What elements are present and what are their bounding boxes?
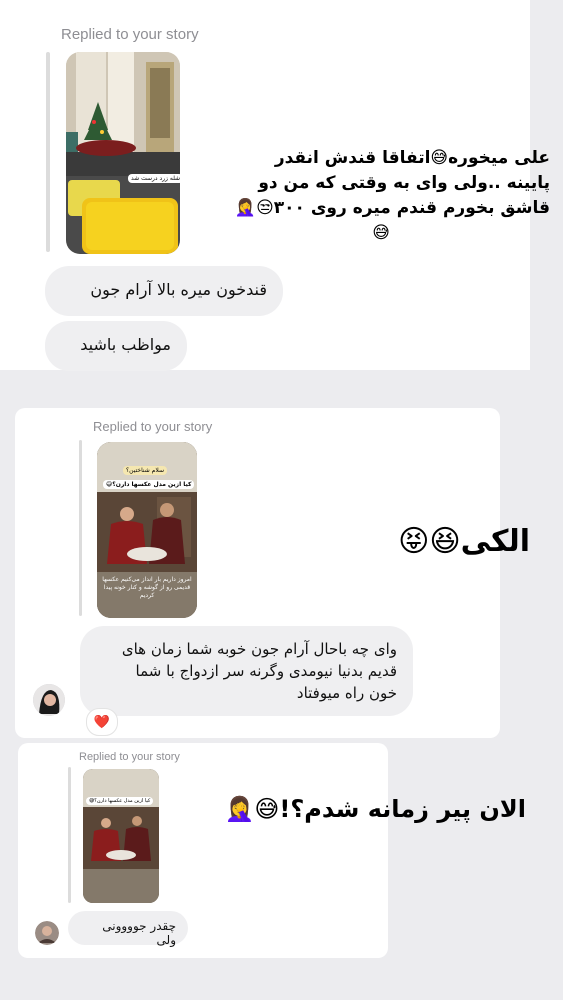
message-text: مواظب باشید — [80, 335, 171, 354]
person-icon — [33, 684, 65, 716]
story-sticker: شله زرد درست شد — [128, 174, 180, 183]
message-bubble[interactable]: قندخون میره بالا آرام جون — [45, 266, 283, 316]
heart-icon: ❤️ — [93, 714, 111, 730]
story-photo-image — [83, 769, 159, 903]
overlay-line: قاشق بخورم قندم میره روی ۳۰۰😒🤦‍♀️ — [234, 198, 550, 218]
message-bubble[interactable]: چقدر جوووونی ولی — [68, 911, 188, 947]
story-sticker: سلام شناختین؟ — [123, 466, 167, 475]
replied-label: Replied to your story — [93, 419, 213, 434]
replied-label: Replied to your story — [79, 751, 180, 763]
message-line: قدیم بدنیا نیومدی وگرنه سر ازدواج با شما — [135, 662, 397, 680]
overlay-line: 😅 — [372, 223, 390, 243]
message-line: وای چه باحال آرام جون خوبه شما زمان های — [121, 640, 397, 658]
story-caption: امروز داریم بار انداز می‌کنیم عکسها قدیم… — [102, 576, 192, 599]
chat-panel-2: Replied to your story سلام شناختین؟ کیا … — [15, 408, 530, 738]
story-question-sticker: کیا ازین مدل عکسها دارن؟😅 — [86, 797, 154, 805]
overlay-line: پایینه ..ولی وای به وقتی که من دو — [258, 173, 550, 193]
story-thumbnail[interactable]: کیا ازین مدل عکسها دارن؟😅 — [83, 769, 159, 903]
replied-label: Replied to your story — [61, 26, 199, 43]
story-reply-overlay-text: الان پیر زمانه شدم؟!😅🤦‍♀️ — [224, 795, 526, 823]
reply-indicator-bar — [79, 440, 82, 616]
story-thumbnail[interactable]: سلام شناختین؟ کیا ازین مدل عکسها دارن؟😅 … — [97, 442, 197, 618]
message-line: خون راه میوفتاد — [296, 684, 397, 702]
reaction-badge[interactable]: ❤️ — [86, 708, 118, 736]
story-question-sticker: کیا ازین مدل عکسها دارن؟😅 — [103, 480, 195, 489]
story-thumbnail[interactable]: شله زرد درست شد — [66, 52, 180, 254]
story-reply-overlay-text: الکی😆😝 — [398, 524, 530, 559]
overlay-line: علی میخوره😅اتفاقا قندش انقدر — [274, 148, 550, 168]
chat-panel-1: Replied to your story شله زرد درست شد عل… — [0, 0, 550, 371]
message-text: چقدر جوووونی ولی — [102, 919, 176, 947]
message-bubble[interactable]: مواظب باشید — [45, 321, 187, 371]
story-reply-overlay-text: علی میخوره😅اتفاقا قندش انقدر پایینه ..ول… — [200, 146, 550, 246]
reply-indicator-bar — [68, 767, 71, 903]
avatar[interactable] — [35, 921, 59, 945]
message-text: قندخون میره بالا آرام جون — [90, 280, 267, 299]
message-bubble[interactable]: وای چه باحال آرام جون خوبه شما زمان های … — [80, 626, 413, 716]
reply-indicator-bar — [46, 52, 50, 252]
person-icon — [35, 921, 59, 945]
story-photo-image — [66, 52, 180, 254]
avatar[interactable] — [33, 684, 65, 716]
chat-panel-3: Replied to your story کیا ازین مدل عکسها… — [18, 743, 526, 958]
